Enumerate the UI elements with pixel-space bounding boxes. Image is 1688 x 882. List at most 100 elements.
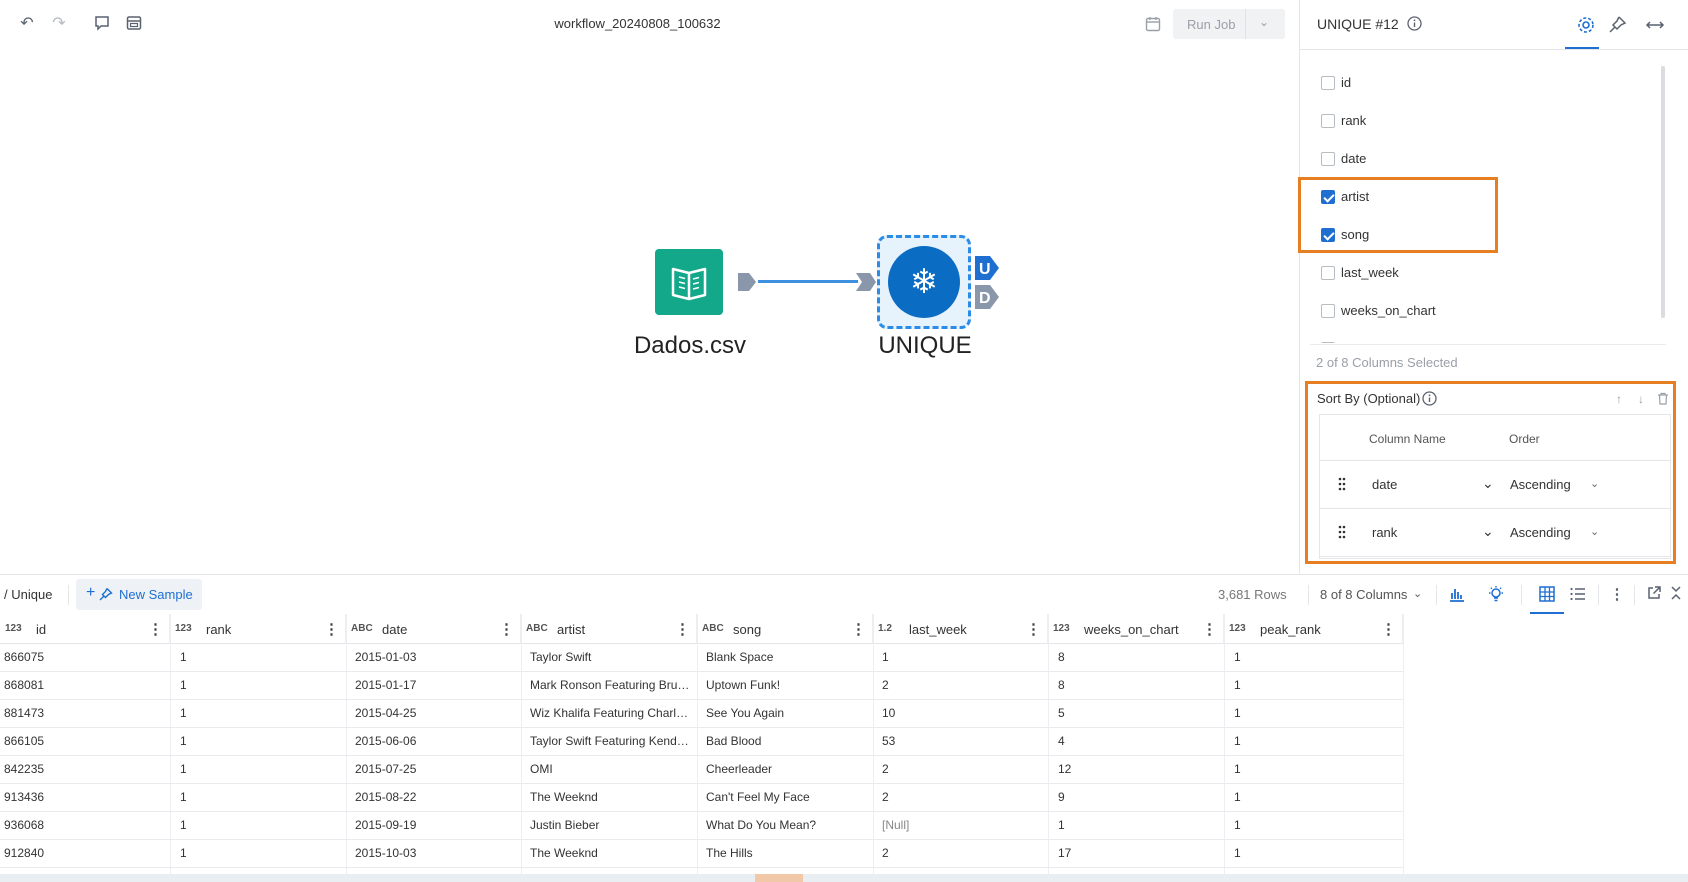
sort-order-select[interactable]: Ascending [1510,525,1571,540]
cell-artist[interactable]: Taylor Swift Featuring Kendri... [530,734,690,748]
chevron-down-icon[interactable]: ⌄ [1590,525,1599,538]
run-job-button[interactable]: Run Job ⌄ [1173,9,1285,39]
cell-last-week[interactable]: 1 [882,650,1042,664]
connection-line[interactable] [758,280,858,283]
lightbulb-icon[interactable] [1486,585,1506,605]
more-options-icon[interactable]: ⋮ [851,620,866,638]
cell-artist[interactable]: Wiz Khalifa Featuring Charlie... [530,706,690,720]
cell-last-week[interactable]: 2 [882,790,1042,804]
cell-rank[interactable]: 1 [180,678,340,692]
table-row[interactable]: 912840 1 2015-10-03 The Weeknd The Hills 2 17 1 [0,840,1403,868]
cell-id[interactable]: 866075 [4,650,164,664]
column-header-peak-rank[interactable]: 123 peak_rank ⋮ [1224,614,1403,644]
expand-panel-icon[interactable] [1644,14,1666,36]
more-options-icon[interactable]: ⋮ [1026,620,1041,638]
table-row[interactable]: 936068 1 2015-09-19 Justin Bieber What Do Yo… [0,812,1403,840]
cell-id[interactable]: 868081 [4,678,164,692]
horizontal-scrollbar-thumb[interactable] [755,874,803,882]
collapse-icon[interactable] [1668,585,1684,605]
cell-id[interactable]: 912840 [4,846,164,860]
more-options-icon[interactable]: ⋮ [675,620,690,638]
info-icon[interactable] [1407,16,1422,31]
more-options-icon[interactable]: ⋮ [1202,620,1217,638]
cell-rank[interactable]: 1 [180,846,340,860]
source-node-dados-csv[interactable] [655,249,723,315]
cell-date[interactable]: 2015-07-25 [355,762,515,776]
table-row[interactable]: 881473 1 2015-04-25 Wiz Khalifa Featuring C… [0,700,1403,728]
column-option-date[interactable]: date [1321,149,1621,169]
column-option-rank[interactable]: rank [1321,111,1621,131]
cell-last-week[interactable]: 2 [882,762,1042,776]
cell-weeks-on-chart[interactable]: 9 [1058,790,1218,804]
cell-rank[interactable]: 1 [180,762,340,776]
table-row[interactable]: 913436 1 2015-08-22 The Weeknd Can't Feel My… [0,784,1403,812]
cell-id[interactable]: 913436 [4,790,164,804]
cell-id[interactable]: 842235 [4,762,164,776]
cell-date[interactable]: 2015-06-06 [355,734,515,748]
checkbox[interactable] [1321,152,1335,166]
cell-date[interactable]: 2015-01-03 [355,650,515,664]
column-header-weeks-on-chart[interactable]: 123 weeks_on_chart ⋮ [1048,614,1224,644]
checkbox[interactable] [1321,342,1335,343]
cell-weeks-on-chart[interactable]: 17 [1058,846,1218,860]
output-anchor[interactable] [736,271,758,293]
cell-song[interactable]: Blank Space [706,650,866,664]
schedule-icon[interactable] [1144,15,1162,33]
cell-date[interactable]: 2015-10-03 [355,846,515,860]
open-external-icon[interactable] [1644,585,1664,605]
more-options-icon[interactable]: ⋮ [499,620,514,638]
cell-peak-rank[interactable]: 1 [1234,734,1394,748]
table-row[interactable]: 866105 1 2015-06-06 Taylor Swift Featuring … [0,728,1403,756]
cell-artist[interactable]: Justin Bieber [530,818,690,832]
cell-id[interactable]: 866105 [4,734,164,748]
cell-last-week[interactable]: [Null] [882,818,1042,832]
column-header-song[interactable]: ABC song ⋮ [697,614,873,644]
unique-node[interactable]: ❄ [888,246,960,318]
cell-song[interactable]: The Hills [706,846,866,860]
annotation-tab[interactable] [1606,14,1628,36]
column-option-last-week[interactable]: last_week [1321,263,1621,283]
horizontal-scrollbar[interactable] [0,874,1688,882]
sort-column-select[interactable]: date [1372,477,1397,492]
column-option-peak-rank[interactable]: peak_rank [1321,339,1621,343]
cell-artist[interactable]: The Weeknd [530,846,690,860]
checkbox[interactable] [1321,114,1335,128]
duplicate-output-anchor[interactable]: D [974,284,1000,310]
cell-peak-rank[interactable]: 1 [1234,762,1394,776]
cell-song[interactable]: Can't Feel My Face [706,790,866,804]
cell-weeks-on-chart[interactable]: 8 [1058,650,1218,664]
cell-weeks-on-chart[interactable]: 5 [1058,706,1218,720]
cell-rank[interactable]: 1 [180,790,340,804]
cell-peak-rank[interactable]: 1 [1234,790,1394,804]
table-row[interactable]: 868081 1 2015-01-17 Mark Ronson Featuring B… [0,672,1403,700]
more-options-icon[interactable]: ⋮ [1381,620,1396,638]
cell-song[interactable]: What Do You Mean? [706,818,866,832]
column-header-id[interactable]: 123 id ⋮ [0,614,170,644]
checkbox[interactable] [1321,304,1335,318]
cell-date[interactable]: 2015-04-25 [355,706,515,720]
drag-handle-icon[interactable] [1337,475,1347,493]
cell-rank[interactable]: 1 [180,706,340,720]
sort-order-select[interactable]: Ascending [1510,477,1571,492]
grid-view-icon[interactable] [1537,585,1557,605]
bar-chart-icon[interactable] [1447,585,1467,605]
more-options-icon[interactable]: ⋮ [324,620,339,638]
cell-artist[interactable]: OMI [530,762,690,776]
cell-weeks-on-chart[interactable]: 4 [1058,734,1218,748]
column-header-artist[interactable]: ABC artist ⋮ [521,614,697,644]
unique-output-anchor[interactable]: U [974,255,1000,281]
cell-weeks-on-chart[interactable]: 8 [1058,678,1218,692]
cell-rank[interactable]: 1 [180,734,340,748]
cell-song[interactable]: Bad Blood [706,734,866,748]
breadcrumb[interactable]: / Unique [4,587,52,602]
info-icon[interactable] [1422,391,1437,406]
column-header-rank[interactable]: 123 rank ⋮ [170,614,346,644]
cell-peak-rank[interactable]: 1 [1234,818,1394,832]
chevron-down-icon[interactable]: ⌄ [1413,587,1422,600]
input-anchor[interactable] [856,271,876,293]
more-options-icon[interactable]: ⋮ [148,620,163,638]
settings-tab[interactable] [1565,14,1599,49]
cell-artist[interactable]: Taylor Swift [530,650,690,664]
cell-peak-rank[interactable]: 1 [1234,846,1394,860]
list-view-icon[interactable] [1568,585,1588,605]
